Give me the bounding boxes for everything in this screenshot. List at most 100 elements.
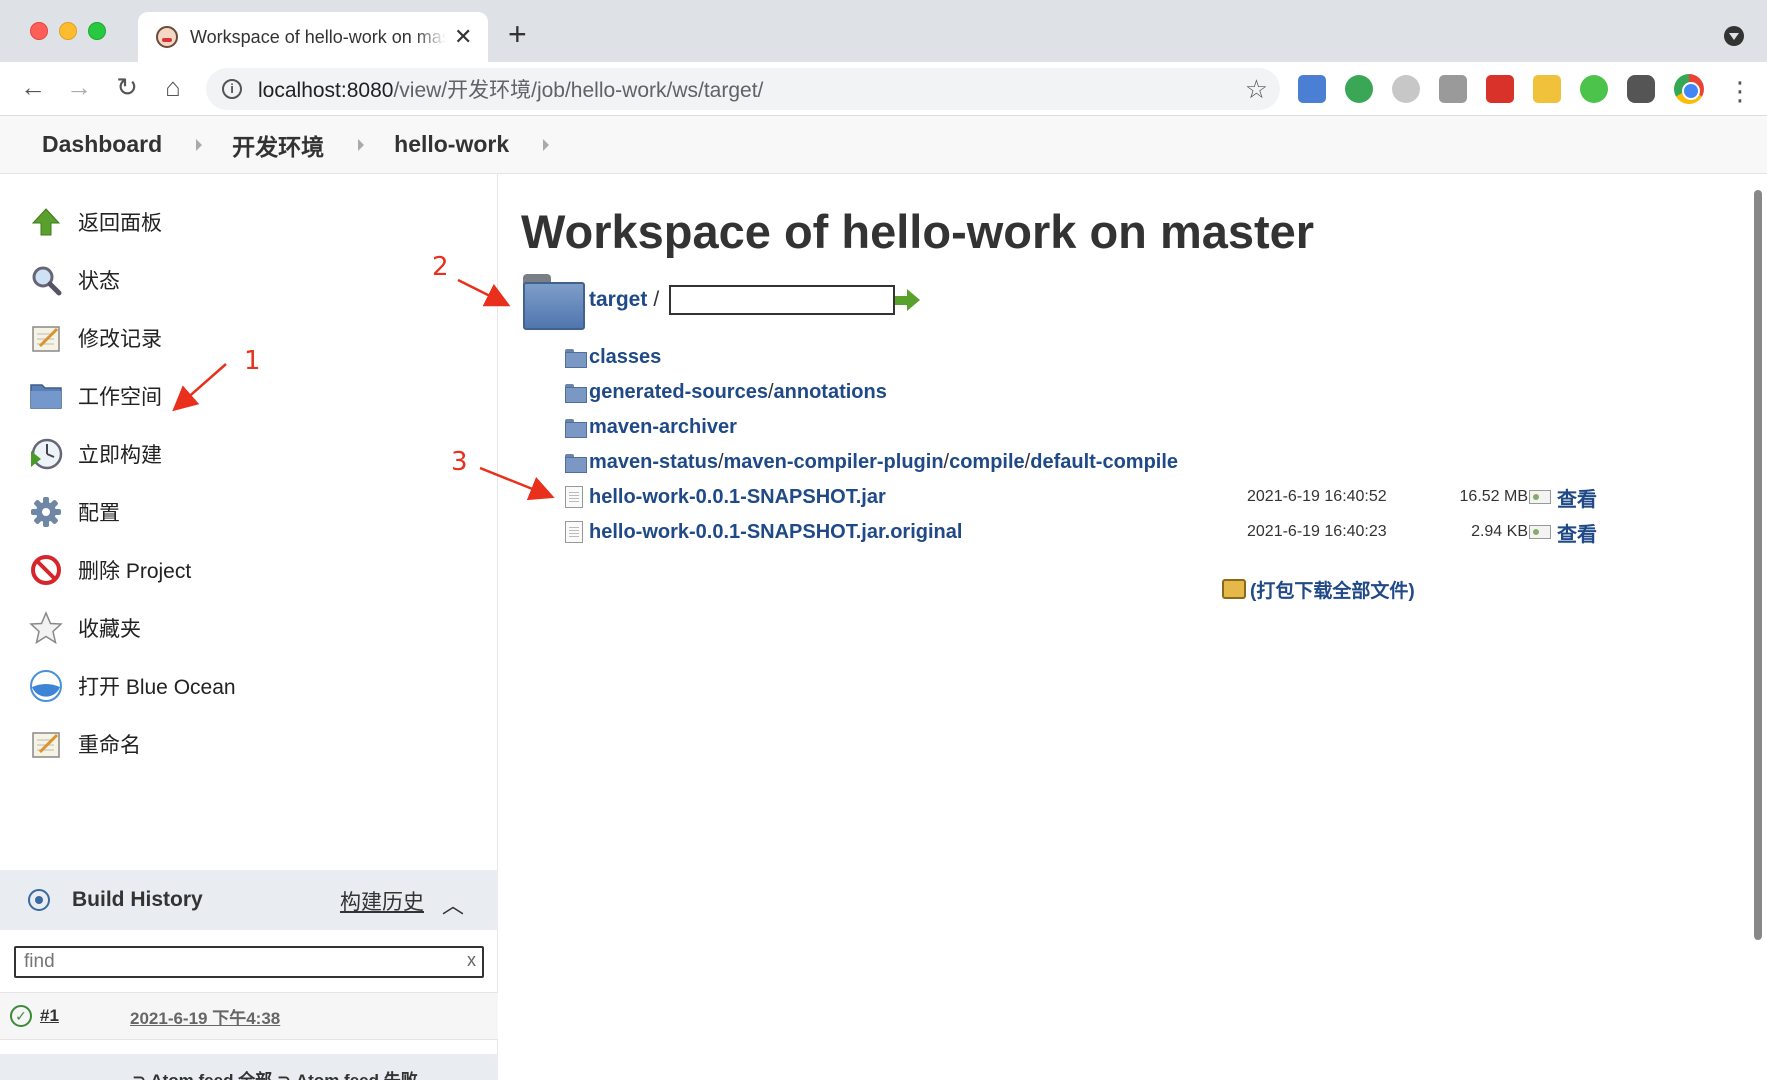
build-time-link[interactable]: 2021-6-19 下午4:38 xyxy=(130,1004,280,1029)
evernote-extension-icon[interactable] xyxy=(1345,75,1373,103)
reload-icon[interactable]: ↻ xyxy=(110,72,144,103)
fingerprint-icon[interactable] xyxy=(1529,490,1551,504)
chrome-profile-icon[interactable] xyxy=(1674,74,1704,104)
task-rename[interactable]: 重命名 xyxy=(28,722,141,766)
list-item: classes xyxy=(565,342,661,372)
build-row: ✓ #1 2021-6-19 下午4:38 xyxy=(0,992,498,1040)
build-filter-input[interactable] xyxy=(16,948,446,976)
folder-icon xyxy=(565,383,587,403)
build-history-trend-link[interactable]: 构建历史 xyxy=(340,886,424,916)
file-icon xyxy=(565,486,583,508)
browser-tab[interactable]: Workspace of hello-work on master ✕ xyxy=(138,12,488,62)
folder-link[interactable]: generated-sources xyxy=(589,381,768,404)
translate-extension-icon[interactable] xyxy=(1298,75,1326,103)
fingerprint-icon[interactable] xyxy=(1529,525,1551,539)
task-status[interactable]: 状态 xyxy=(28,258,120,302)
file-view: 查看 xyxy=(1529,517,1597,547)
home-icon[interactable]: ⌂ xyxy=(156,72,190,103)
file-size: 2.94 KB xyxy=(1471,523,1528,540)
page-title: Workspace of hello-work on master xyxy=(521,205,1315,258)
new-tab-button[interactable]: + xyxy=(508,16,527,53)
file-date: 2021-6-19 16:40:52 xyxy=(1247,488,1387,505)
folder-icon xyxy=(28,378,64,414)
fe-extension-icon[interactable] xyxy=(1486,75,1514,103)
build-filter: x xyxy=(14,946,484,978)
breadcrumb-separator-icon[interactable] xyxy=(196,138,203,151)
build-number-link[interactable]: #1 xyxy=(40,1006,59,1026)
path-separator: / xyxy=(653,288,660,311)
task-delete-project[interactable]: 删除 Project xyxy=(28,548,191,592)
archive-icon xyxy=(1222,579,1246,599)
bookmark-star-icon[interactable]: ☆ xyxy=(1245,74,1268,105)
window-minimize-button[interactable] xyxy=(59,22,77,40)
folder-icon xyxy=(565,418,587,438)
tab-close-icon[interactable]: ✕ xyxy=(454,24,472,50)
extension-icon[interactable] xyxy=(1392,75,1420,103)
task-build-now[interactable]: 立即构建 xyxy=(28,432,162,476)
forward-arrow-icon[interactable]: → xyxy=(62,72,96,103)
puzzle-extensions-icon[interactable] xyxy=(1627,75,1655,103)
folder-icon xyxy=(565,348,587,368)
build-history-header: Build History 构建历史 ︿ xyxy=(0,870,498,930)
list-item: maven-status / maven-compiler-plugin / compi… xyxy=(565,447,1178,477)
window-close-button[interactable] xyxy=(30,22,48,40)
breadcrumb-view[interactable]: 开发环境 xyxy=(232,128,324,162)
go-arrow-icon[interactable] xyxy=(895,289,921,311)
site-info-icon[interactable]: i xyxy=(222,79,242,99)
notepad-icon xyxy=(28,726,64,762)
workspace-path: target / xyxy=(523,274,921,330)
clear-filter-icon[interactable]: x xyxy=(467,950,476,971)
list-item: generated-sources / annotations xyxy=(565,377,887,407)
star-icon xyxy=(28,610,64,646)
breadcrumb-dashboard[interactable]: Dashboard xyxy=(42,131,162,158)
download-all-zip-link[interactable]: (打包下载全部文件) xyxy=(1250,576,1415,603)
folder-link[interactable]: default-compile xyxy=(1030,451,1178,474)
file-icon xyxy=(565,521,583,543)
breadcrumb-separator-icon[interactable] xyxy=(543,138,550,151)
address-bar[interactable]: i localhost:8080/view/开发环境/job/hello-wor… xyxy=(206,68,1280,110)
task-favorite[interactable]: 收藏夹 xyxy=(28,606,141,650)
path-dir-link[interactable]: target xyxy=(589,288,647,312)
browser-tab-bar: Workspace of hello-work on master ✕ + xyxy=(0,0,1767,62)
build-history-title: Build History xyxy=(72,888,203,911)
page-scrollbar[interactable] xyxy=(1754,190,1762,940)
folder-link[interactable]: maven-status xyxy=(589,451,718,474)
list-item: maven-archiver xyxy=(565,412,737,442)
folder-link[interactable]: classes xyxy=(589,346,661,369)
folder-link[interactable]: compile xyxy=(949,451,1025,474)
atom-feeds[interactable]: ⊃ Atom feed 全部 ⊃ Atom feed 失败 xyxy=(0,1054,498,1080)
camera-extension-icon[interactable] xyxy=(1439,75,1467,103)
task-label: 重命名 xyxy=(78,734,141,757)
path-pattern-input[interactable] xyxy=(669,285,896,315)
folder-link[interactable]: maven-archiver xyxy=(589,416,737,439)
file-size: 16.52 MB xyxy=(1459,488,1528,505)
window-zoom-button[interactable] xyxy=(88,22,106,40)
view-file-link[interactable]: 查看 xyxy=(1557,483,1597,512)
view-file-link[interactable]: 查看 xyxy=(1557,518,1597,547)
thumbs-up-extension-icon[interactable] xyxy=(1580,75,1608,103)
back-arrow-icon[interactable]: ← xyxy=(16,72,50,103)
task-configure[interactable]: 配置 xyxy=(28,490,120,534)
build-clock-icon xyxy=(28,436,64,472)
success-check-icon: ✓ xyxy=(10,1005,32,1027)
browser-menu-icon[interactable]: ⋮ xyxy=(1727,76,1753,107)
task-back-to-dashboard[interactable]: 返回面板 xyxy=(28,200,162,244)
breadcrumb-job[interactable]: hello-work xyxy=(394,131,509,158)
chevron-up-icon[interactable]: ︿ xyxy=(442,888,464,920)
notepad-icon xyxy=(28,320,64,356)
tab-title: Workspace of hello-work on master xyxy=(190,26,446,47)
task-label: 配置 xyxy=(78,502,120,525)
task-changes[interactable]: 修改记录 xyxy=(28,316,162,360)
folder-link[interactable]: annotations xyxy=(774,381,887,404)
file-link[interactable]: hello-work-0.0.1-SNAPSHOT.jar.original xyxy=(589,521,962,544)
file-link[interactable]: hello-work-0.0.1-SNAPSHOT.jar xyxy=(589,486,886,509)
folder-link[interactable]: maven-compiler-plugin xyxy=(724,451,944,474)
tab-search-icon[interactable] xyxy=(1724,26,1744,46)
notes-extension-icon[interactable] xyxy=(1533,75,1561,103)
breadcrumb: Dashboard 开发环境 hello-work xyxy=(0,116,1767,174)
list-item: hello-work-0.0.1-SNAPSHOT.jar xyxy=(565,482,886,512)
task-open-blue-ocean[interactable]: 打开 Blue Ocean xyxy=(28,664,236,708)
breadcrumb-separator-icon[interactable] xyxy=(358,138,365,151)
task-label: 状态 xyxy=(78,270,120,293)
task-workspace[interactable]: 工作空间 xyxy=(28,374,162,418)
